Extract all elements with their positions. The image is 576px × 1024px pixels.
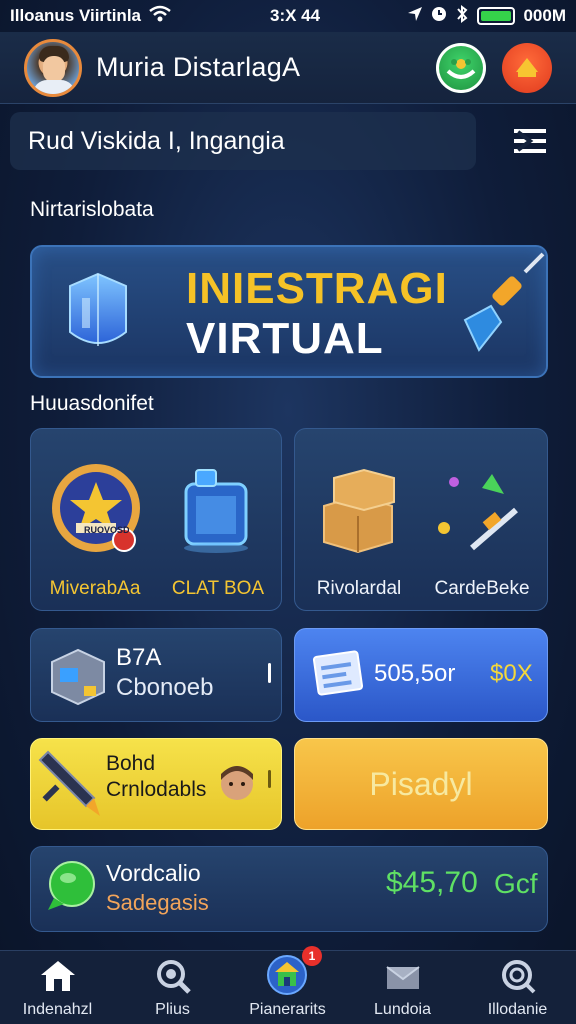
nav-label-mail: Lundoia: [374, 1001, 431, 1018]
bottom-nav: Indenahzl Plius 1 Pianerarits Lundoia Il…: [0, 946, 576, 1024]
rocket-icon: [38, 750, 100, 816]
scroll-indicator-2: [268, 770, 271, 788]
clock-text: 3:X 44: [270, 6, 321, 25]
stat-right-amount: 505,5or: [374, 660, 456, 687]
tile-label-cardebeke: CardeBeke: [434, 578, 530, 599]
chat-icon: [446, 58, 476, 79]
balance-unit: Gcf: [494, 868, 538, 899]
location-arrow-icon: [407, 6, 423, 27]
stat-left-line1: B7A: [116, 644, 162, 671]
notifications-button[interactable]: [502, 42, 552, 93]
banner-line-1: INIESTRAGI: [186, 264, 448, 313]
status-bar: Illoanus Viirtinla 3:X 44 000M: [0, 0, 576, 32]
balance-title: Vordcalio: [106, 860, 201, 886]
tile-label-rivolardal: Rivolardal: [316, 578, 402, 599]
character-icon: [221, 766, 253, 800]
battery-text: 000M: [523, 6, 566, 25]
nav-item-plus[interactable]: Plius: [115, 951, 230, 1024]
avatar[interactable]: [24, 38, 82, 97]
balance-amount: $45,70: [386, 866, 478, 899]
nav-item-mail[interactable]: Lundoia: [345, 951, 460, 1024]
promo-line2: Crnlodabls: [106, 778, 207, 801]
location-bar[interactable]: Rud Viskida I, Ingangia: [10, 112, 476, 170]
alarm-icon: [431, 6, 447, 27]
server-box-icon: [51, 648, 105, 706]
user-name: Muria DistarlagA: [96, 52, 301, 82]
home-icon: [41, 961, 75, 991]
location-text: Rud Viskida I, Ingangia: [28, 126, 285, 155]
nav-item-planner[interactable]: 1 Pianerarits: [230, 946, 345, 1024]
scroll-indicator: [268, 663, 271, 683]
tile-label-mivera: MiverabAa: [49, 578, 141, 599]
section-title-middle: Huuasdonifet: [30, 392, 154, 415]
nav-label-planner: Pianerarits: [249, 1001, 326, 1018]
search-settings-icon: [502, 960, 536, 994]
menu-icon[interactable]: [512, 126, 548, 156]
action-button-label: Pisadyl: [369, 765, 473, 802]
boxes-icon: [323, 468, 395, 554]
stat-left-line2: Cbonoeb: [116, 674, 214, 701]
promo-line1: Bohd: [106, 752, 156, 775]
shop-icon: [267, 955, 307, 995]
nav-item-home[interactable]: Indenahzl: [0, 951, 115, 1024]
banner-line-2: VIRTUAL: [186, 314, 384, 363]
bluetooth-icon: [455, 4, 469, 28]
mail-icon: [386, 966, 420, 989]
star-badge-icon: [52, 464, 140, 552]
wand-sparkle-icon: [438, 474, 518, 551]
nav-item-settings[interactable]: Illodanie: [460, 951, 575, 1024]
tile-label-clat: CLAT BOA: [171, 578, 265, 599]
wifi-icon: [149, 5, 171, 28]
action-button[interactable]: Pisadyl: [294, 738, 548, 830]
nav-label-home: Indenahzl: [22, 1001, 93, 1018]
syringe-tool-icon: [463, 252, 545, 352]
chat-bubble-icon: [48, 861, 95, 910]
nav-label-plus: Plius: [155, 1001, 190, 1018]
stat-right-suffix: $0X: [490, 660, 533, 687]
carrier-text: Illoanus Viirtinla: [10, 6, 141, 25]
search-icon: [157, 960, 191, 994]
app-header: Muria DistarlagA: [0, 32, 576, 104]
badge-text: RUOVOSD: [84, 525, 130, 535]
battery-icon: [477, 7, 516, 25]
nav-badge: 1: [302, 946, 322, 966]
balance-subtitle: Sadegasis: [106, 890, 209, 915]
battery-cube-icon: [184, 469, 248, 553]
crown-icon: [516, 57, 538, 77]
shield-cube-icon: [69, 272, 127, 346]
document-icon: [312, 650, 364, 696]
section-title-top: Nirtarislobata: [30, 198, 154, 221]
chat-button[interactable]: [436, 42, 486, 93]
nav-label-settings: Illodanie: [487, 1001, 548, 1018]
